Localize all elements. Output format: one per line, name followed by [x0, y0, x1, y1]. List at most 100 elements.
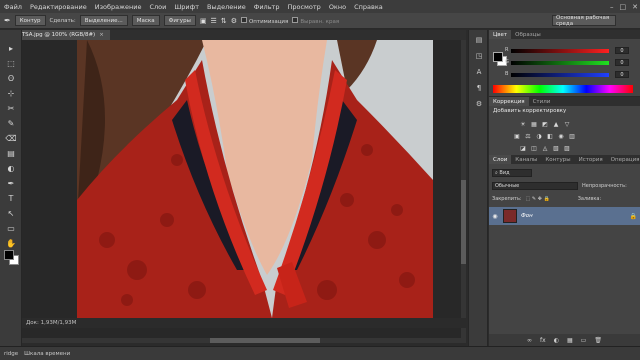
color-lookup-icon[interactable]: ▥ — [568, 132, 576, 140]
tab-adjustments[interactable]: Коррекция — [489, 97, 529, 106]
document-image[interactable] — [77, 40, 433, 318]
move-tool-icon[interactable]: ▸ — [3, 42, 19, 55]
brightness-icon[interactable]: ☀ — [519, 120, 527, 128]
horizontal-scrollbar[interactable] — [22, 338, 466, 343]
black-white-icon[interactable]: ◑ — [535, 132, 543, 140]
history-panel-icon[interactable]: ▤ — [472, 34, 486, 46]
menu-layers[interactable]: Слои — [149, 3, 166, 11]
channel-g-slider[interactable] — [511, 61, 609, 65]
tab-history[interactable]: История — [575, 155, 607, 164]
tab-paths[interactable]: Контуры — [541, 155, 574, 164]
adjustment-layer-icon[interactable]: ◐ — [554, 337, 559, 344]
vibrance-icon[interactable]: ▽ — [563, 120, 571, 128]
link-layers-icon[interactable]: ∞ — [527, 337, 532, 344]
quick-select-tool-icon[interactable]: ⊹ — [3, 87, 19, 100]
new-layer-icon[interactable]: ▭ — [581, 337, 587, 344]
menu-file[interactable]: Файл — [4, 3, 22, 11]
checkbox-icon[interactable] — [240, 16, 247, 23]
color-balance-icon[interactable]: ⚖ — [524, 132, 532, 140]
tab-actions[interactable]: Операция — [607, 155, 640, 164]
brush-tool-icon[interactable]: ✎ — [3, 117, 19, 130]
align-icon[interactable]: ☰ — [211, 17, 217, 25]
layer-row-background[interactable]: ◉ Фон 🔒 — [489, 207, 640, 225]
lock-icons[interactable]: ⬚ ✎ ✥ 🔒 — [526, 196, 550, 202]
workspace-select[interactable]: Основная рабочая среда — [552, 15, 616, 27]
levels-icon[interactable]: ▦ — [530, 120, 538, 128]
photo-filter-icon[interactable]: ◧ — [546, 132, 554, 140]
selective-color-icon[interactable]: ▨ — [563, 144, 571, 152]
channel-mixer-icon[interactable]: ◉ — [557, 132, 565, 140]
gradient-tool-icon[interactable]: ▤ — [3, 147, 19, 160]
posterize-icon[interactable]: ◫ — [530, 144, 538, 152]
tool-presets-icon[interactable]: ⚙ — [472, 98, 486, 110]
path-select-tool-icon[interactable]: ↖ — [3, 207, 19, 220]
hue-saturation-icon[interactable]: ▣ — [513, 132, 521, 140]
menu-image[interactable]: Изображение — [95, 3, 142, 11]
align-edges-checkbox[interactable]: Выравн. края — [292, 16, 339, 25]
channel-r-slider[interactable] — [511, 49, 609, 53]
canvas-area[interactable] — [22, 40, 466, 338]
menu-help[interactable]: Справка — [354, 3, 383, 11]
gradient-map-icon[interactable]: ▧ — [552, 144, 560, 152]
layer-mask-icon[interactable]: ▦ — [567, 337, 573, 344]
close-icon[interactable]: ✕ — [632, 3, 638, 11]
properties-panel-icon[interactable]: ◳ — [472, 50, 486, 62]
pen-tool-icon[interactable]: ✒ — [4, 16, 11, 25]
threshold-icon[interactable]: ◬ — [541, 144, 549, 152]
menu-window[interactable]: Окно — [329, 3, 346, 11]
curves-icon[interactable]: ◩ — [541, 120, 549, 128]
menu-view[interactable]: Просмотр — [287, 3, 320, 11]
checkbox-icon[interactable] — [292, 16, 299, 23]
pen-tool-icon[interactable]: ✒ — [3, 177, 19, 190]
bottom-tab-1[interactable]: ridge — [4, 351, 18, 357]
visibility-eye-icon[interactable]: ◉ — [489, 213, 501, 220]
blend-mode-select[interactable]: Обычные — [492, 181, 578, 190]
vertical-scrollbar[interactable] — [461, 40, 466, 338]
minimize-icon[interactable]: – — [610, 3, 614, 11]
invert-icon[interactable]: ◪ — [519, 144, 527, 152]
eraser-tool-icon[interactable]: ⌫ — [3, 132, 19, 145]
dodge-tool-icon[interactable]: ◐ — [3, 162, 19, 175]
optimize-checkbox[interactable]: Оптимизация — [240, 16, 288, 25]
layer-kind-select[interactable]: ⌕ Вид — [492, 168, 532, 177]
color-spectrum[interactable] — [493, 85, 633, 93]
menu-edit[interactable]: Редактирование — [30, 3, 87, 11]
close-tab-icon[interactable]: × — [99, 32, 104, 38]
selection-button[interactable]: Выделение... — [79, 15, 128, 26]
settings-gear-icon[interactable]: ⚙ — [231, 17, 237, 25]
type-tool-icon[interactable]: T — [3, 192, 19, 205]
arrange-icon[interactable]: ⇅ — [221, 17, 227, 25]
channel-r-value[interactable]: 0 — [615, 47, 629, 54]
paragraph-panel-icon[interactable]: ¶ — [472, 82, 486, 94]
tab-channels[interactable]: Каналы — [511, 155, 541, 164]
channel-b-slider[interactable] — [511, 73, 609, 77]
layer-style-icon[interactable]: fx — [540, 337, 546, 344]
tab-swatches[interactable]: Образцы — [511, 30, 545, 39]
mask-button[interactable]: Маска — [131, 15, 160, 26]
shape-button[interactable]: Фигуры — [163, 15, 196, 26]
tab-color[interactable]: Цвет — [489, 30, 512, 39]
mode-select[interactable]: Контур — [14, 15, 46, 26]
delete-layer-icon[interactable]: 🗑 — [594, 337, 602, 344]
crop-tool-icon[interactable]: ✂ — [3, 102, 19, 115]
shape-tool-icon[interactable]: ▭ — [3, 222, 19, 235]
exposure-icon[interactable]: ▲ — [552, 120, 560, 128]
maximize-icon[interactable]: □ — [620, 3, 627, 11]
channel-b-value[interactable]: 0 — [615, 71, 629, 78]
vertical-scroll-thumb[interactable] — [461, 180, 466, 264]
hand-tool-icon[interactable]: ✋ — [3, 237, 19, 250]
timeline-tab[interactable]: Шкала времени — [24, 351, 70, 357]
horizontal-scroll-thumb[interactable] — [210, 338, 320, 343]
lasso-tool-icon[interactable]: ʘ — [3, 72, 19, 85]
menu-filter[interactable]: Фильтр — [254, 3, 280, 11]
menu-select[interactable]: Выделение — [207, 3, 246, 11]
tab-styles[interactable]: Стили — [529, 97, 555, 106]
channel-g-value[interactable]: 0 — [615, 59, 629, 66]
path-ops-icon[interactable]: ▣ — [200, 17, 207, 25]
menu-type[interactable]: Шрифт — [174, 3, 199, 11]
marquee-tool-icon[interactable]: ⬚ — [3, 57, 19, 70]
tab-layers[interactable]: Слои — [489, 155, 512, 164]
character-panel-icon[interactable]: A — [472, 66, 486, 78]
foreground-color-swatch[interactable] — [493, 52, 503, 62]
foreground-color-swatch[interactable] — [4, 250, 14, 260]
